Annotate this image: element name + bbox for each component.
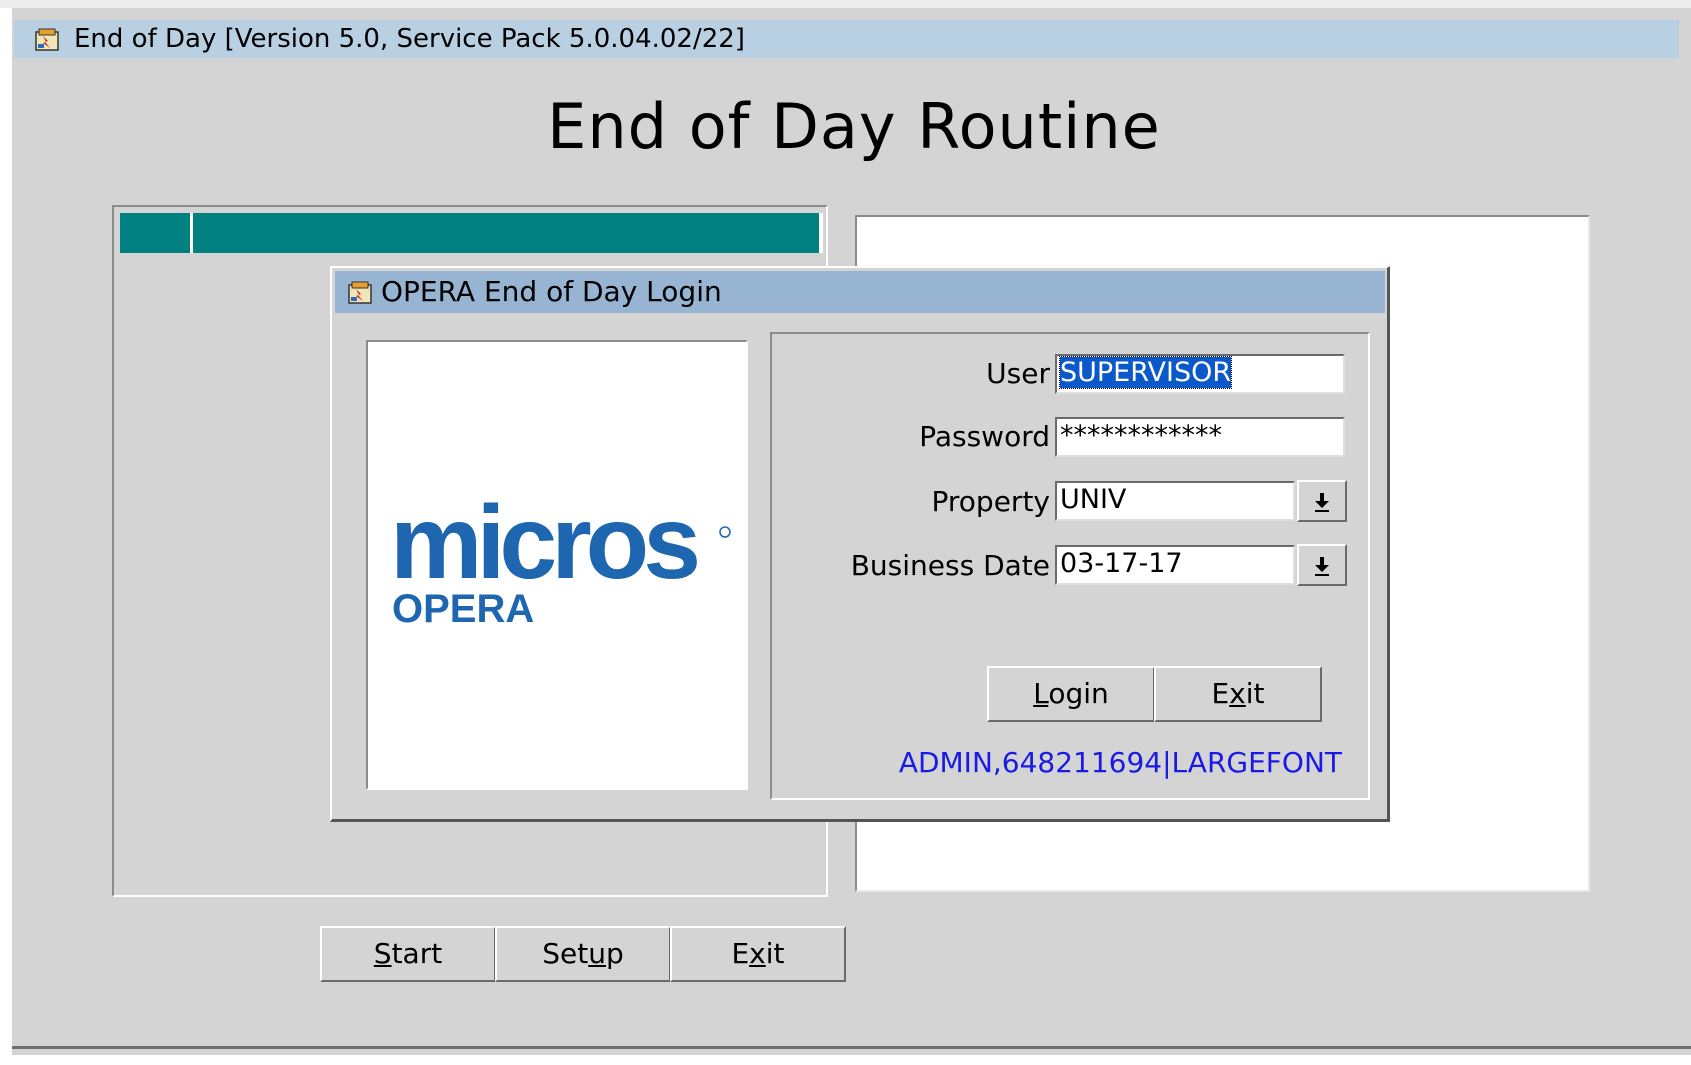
user-input[interactable]: SUPERVISOR (1055, 354, 1345, 394)
window-bottom-edge (12, 1046, 1691, 1049)
opera-app-icon (35, 28, 59, 51)
user-value: SUPERVISOR (1058, 356, 1233, 389)
dialog-title: OPERA End of Day Login (381, 275, 722, 308)
grid-header (120, 213, 823, 253)
login-dialog: OPERA End of Day Login micros OPERA User… (330, 266, 1390, 822)
dialog-titlebar[interactable]: OPERA End of Day Login (335, 271, 1385, 313)
window-title: End of Day [Version 5.0, Service Pack 5.… (74, 24, 745, 54)
down-arrow-icon (1315, 557, 1329, 576)
page-title: End of Day Routine (547, 90, 1161, 163)
screen-top-strip (0, 0, 1691, 8)
property-dropdown-button[interactable] (1297, 480, 1347, 522)
business-date-label: Business Date (850, 549, 1050, 582)
business-date-dropdown-button[interactable] (1297, 544, 1347, 586)
property-label: Property (931, 485, 1050, 518)
login-form: User SUPERVISOR Password ************ Pr… (770, 332, 1370, 800)
logo-graphic: micros OPERA (390, 485, 731, 631)
user-label: User (986, 357, 1050, 390)
login-button[interactable]: Login (987, 666, 1155, 722)
logo-product: OPERA (392, 587, 534, 631)
down-arrow-icon (1315, 493, 1329, 512)
password-label: Password (919, 420, 1050, 453)
grid-column-separator[interactable] (190, 213, 193, 253)
dialog-exit-button[interactable]: Exit (1154, 666, 1322, 722)
password-input[interactable]: ************ (1055, 417, 1345, 457)
main-titlebar[interactable]: End of Day [Version 5.0, Service Pack 5.… (14, 20, 1679, 58)
exit-button[interactable]: Exit (670, 926, 846, 982)
session-info: ADMIN,648211694|LARGEFONT (898, 746, 1342, 779)
start-button[interactable]: Start (320, 926, 496, 982)
grid-header-edge (819, 213, 823, 253)
logo-brand: micros (390, 485, 697, 601)
setup-button[interactable]: Setup (495, 926, 671, 982)
property-input[interactable]: UNIV (1055, 481, 1295, 521)
opera-app-icon (348, 281, 372, 304)
business-date-input[interactable]: 03-17-17 (1055, 545, 1295, 585)
micros-opera-logo: micros OPERA (366, 340, 748, 790)
